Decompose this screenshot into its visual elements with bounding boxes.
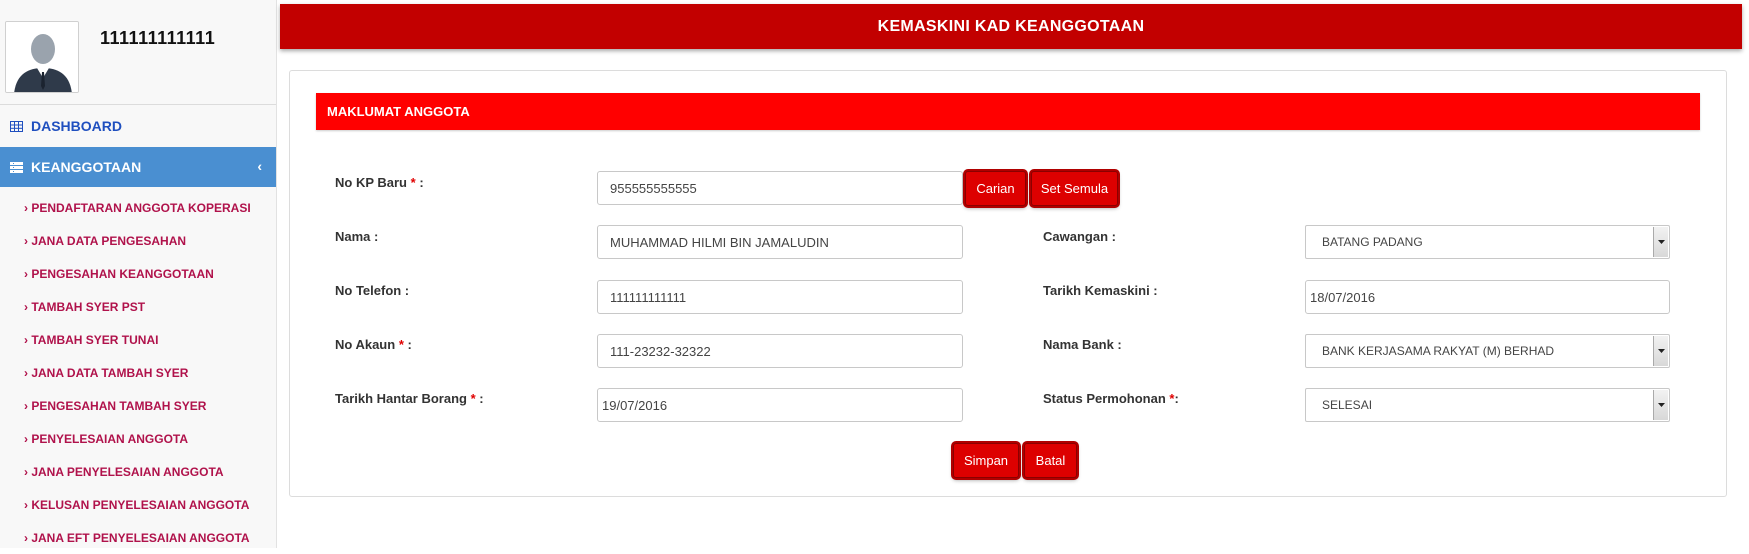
table-grid-icon [10, 120, 23, 132]
sidebar-item-label: KEANGGOTAAN [31, 159, 142, 175]
dropdown-arrow-icon[interactable] [1653, 390, 1668, 420]
carian-button[interactable]: Carian [965, 171, 1026, 206]
chevron-left-icon[interactable]: ‹ [257, 158, 262, 174]
sidebar: 111111111111 DASHBOARD KEANGGOTAAN ‹ › P… [0, 0, 277, 548]
submenu-item[interactable]: › PENDAFTARAN ANGGOTA KOPERASI [0, 191, 276, 224]
tarikh-hantar-input[interactable]: 19/07/2016 [597, 388, 963, 422]
no-akaun-label: No Akaun * : [335, 337, 412, 352]
submenu-item[interactable]: › JANA PENYELESAIAN ANGGOTA [0, 455, 276, 488]
no-telefon-input[interactable]: 111111111111 [597, 280, 963, 314]
tarikh-kemaskini-input[interactable]: 18/07/2016 [1305, 280, 1670, 314]
cawangan-value: BATANG PADANG [1322, 235, 1423, 249]
dropdown-arrow-icon[interactable] [1653, 227, 1668, 257]
submenu-item[interactable]: › JANA DATA PENGESAHAN [0, 224, 276, 257]
no-kp-label: No KP Baru * : [335, 175, 424, 190]
cawangan-select[interactable]: BATANG PADANG [1305, 225, 1670, 259]
user-avatar-icon [5, 21, 79, 93]
status-label: Status Permohonan *: [1043, 391, 1179, 406]
submenu-item[interactable]: › KELUSAN PENYELESAIAN ANGGOTA [0, 488, 276, 521]
member-info-panel: MAKLUMAT ANGGOTA No KP Baru * : 95555555… [289, 70, 1727, 497]
nama-bank-label: Nama Bank : [1043, 337, 1122, 352]
simpan-button[interactable]: Simpan [953, 443, 1019, 478]
dropdown-arrow-icon[interactable] [1653, 336, 1668, 366]
submenu-item[interactable]: › TAMBAH SYER PST [0, 290, 276, 323]
sidebar-item-dashboard[interactable]: DASHBOARD [0, 105, 276, 147]
no-telefon-label: No Telefon : [335, 283, 410, 298]
status-value: SELESAI [1322, 398, 1373, 412]
tarikh-hantar-label: Tarikh Hantar Borang * : [335, 391, 484, 406]
username: 111111111111 [100, 28, 216, 48]
submenu-item[interactable]: › PENGESAHAN KEANGGOTAAN [0, 257, 276, 290]
status-select[interactable]: SELESAI [1305, 388, 1670, 422]
nama-bank-select[interactable]: BANK KERJASAMA RAKYAT (M) BERHAD [1305, 334, 1670, 368]
main-content: KEMASKINI KAD KEANGGOTAAN MAKLUMAT ANGGO… [279, 0, 1749, 548]
page-title: KEMASKINI KAD KEANGGOTAAN [280, 4, 1742, 49]
submenu-item[interactable]: › PENYELESAIAN ANGGOTA [0, 422, 276, 455]
list-icon [10, 161, 23, 173]
cawangan-label: Cawangan : [1043, 229, 1116, 244]
submenu-item[interactable]: › JANA DATA TAMBAH SYER [0, 356, 276, 389]
tarikh-kemaskini-label: Tarikh Kemaskini : [1043, 283, 1158, 298]
user-profile: 111111111111 [0, 0, 276, 105]
batal-button[interactable]: Batal [1024, 443, 1077, 478]
nama-input[interactable]: MUHAMMAD HILMI BIN JAMALUDIN [597, 225, 963, 259]
nama-label: Nama : [335, 229, 379, 244]
submenu-item[interactable]: › JANA EFT PENYELESAIAN ANGGOTA [0, 521, 276, 554]
submenu-item[interactable]: › TAMBAH SYER TUNAI [0, 323, 276, 356]
no-kp-input[interactable]: 955555555555 [597, 171, 963, 205]
nama-bank-value: BANK KERJASAMA RAKYAT (M) BERHAD [1322, 344, 1555, 358]
set-semula-button[interactable]: Set Semula [1031, 171, 1118, 206]
submenu-item[interactable]: › PENGESAHAN TAMBAH SYER [0, 389, 276, 422]
no-akaun-input[interactable]: 111-23232-32322 [597, 334, 963, 368]
sidebar-item-keanggotaan[interactable]: KEANGGOTAAN ‹ [0, 147, 276, 187]
submenu: › PENDAFTARAN ANGGOTA KOPERASI › JANA DA… [0, 187, 276, 554]
sidebar-item-label: DASHBOARD [31, 118, 122, 134]
panel-title: MAKLUMAT ANGGOTA [316, 93, 1700, 130]
